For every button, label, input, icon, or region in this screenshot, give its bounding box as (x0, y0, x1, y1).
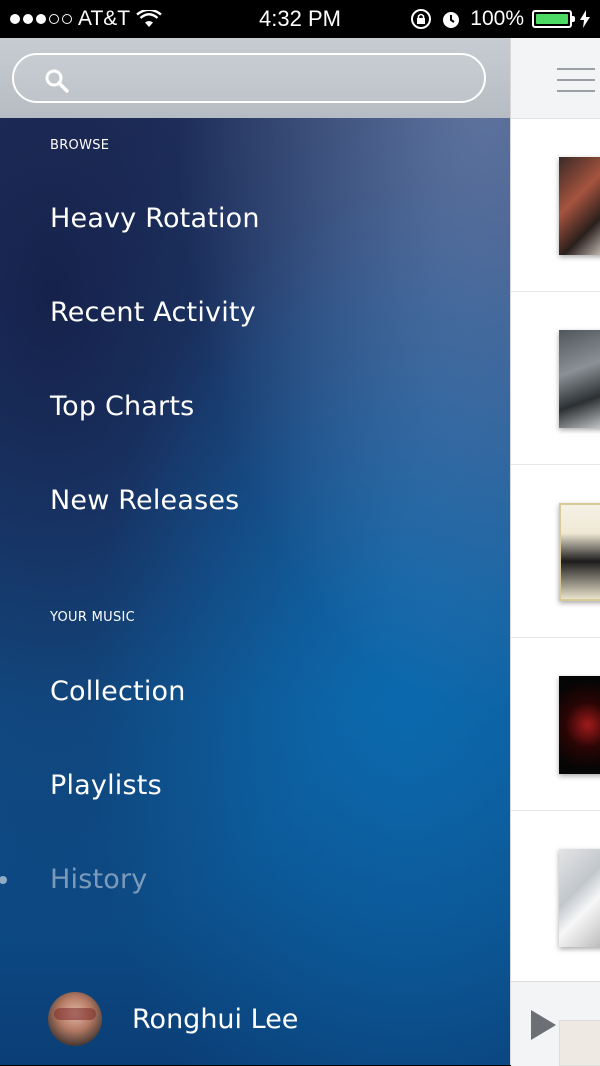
list-item[interactable] (511, 811, 600, 984)
battery-percent: 100% (470, 7, 524, 30)
status-bar: AT&T 4:32 PM 100% (0, 0, 600, 38)
sidebar-item-heavy-rotation[interactable]: Heavy Rotation (50, 203, 260, 234)
list-item[interactable] (511, 119, 600, 292)
sidebar-item-new-releases[interactable]: New Releases (50, 485, 239, 516)
search-icon (45, 69, 69, 93)
album-art (559, 503, 600, 601)
section-label-your-music: YOUR MUSIC (50, 610, 136, 625)
status-right: 100% (410, 7, 590, 31)
content-topbar (511, 38, 600, 119)
sidebar-nav: BROWSE Heavy Rotation Recent Activity To… (0, 38, 510, 1065)
profile-row[interactable]: Ronghui Lee (48, 992, 298, 1046)
sidebar-item-history[interactable]: History (50, 864, 147, 895)
list-item[interactable] (511, 292, 600, 465)
rotation-lock-icon (411, 9, 432, 29)
main-content-panel (510, 38, 600, 1066)
play-icon[interactable] (531, 1010, 556, 1040)
profile-name: Ronghui Lee (132, 1003, 299, 1035)
album-art (559, 330, 600, 428)
alarm-icon (443, 12, 460, 28)
charging-bolt-icon (580, 10, 590, 28)
sidebar-item-recent-activity[interactable]: Recent Activity (50, 297, 256, 328)
active-indicator (0, 876, 7, 884)
album-art (559, 849, 600, 947)
hamburger-menu-icon[interactable] (557, 68, 595, 101)
search-input[interactable] (12, 53, 486, 103)
now-playing-art (559, 1020, 600, 1066)
album-art (559, 676, 600, 774)
sidebar-item-collection[interactable]: Collection (50, 676, 186, 707)
section-label-browse: BROWSE (50, 138, 110, 153)
list-item[interactable] (511, 465, 600, 638)
avatar (48, 992, 102, 1046)
album-art (559, 157, 600, 255)
mini-player (511, 981, 600, 1066)
sidebar-item-playlists[interactable]: Playlists (50, 770, 162, 801)
sidebar-item-top-charts[interactable]: Top Charts (50, 391, 194, 422)
search-bar (0, 38, 510, 118)
list-item[interactable] (511, 638, 600, 811)
battery-icon (532, 10, 575, 28)
